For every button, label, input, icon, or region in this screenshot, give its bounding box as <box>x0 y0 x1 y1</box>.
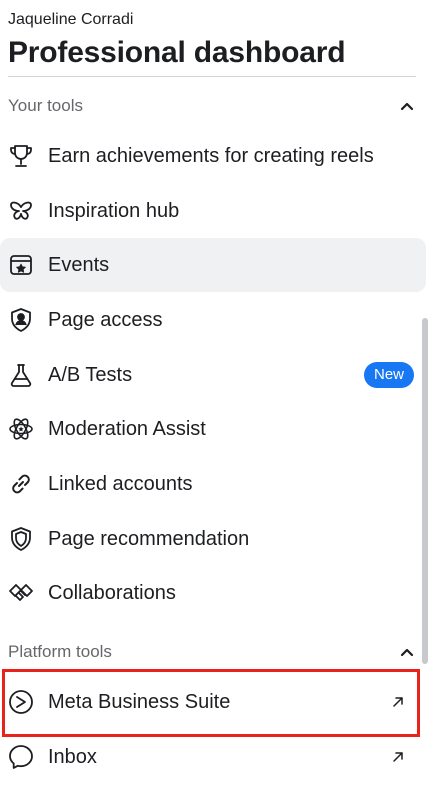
external-link-icon <box>390 694 406 710</box>
tool-item-label: Page access <box>48 309 163 331</box>
section-title: Your tools <box>8 96 83 115</box>
tool-item-moderation-assist[interactable]: Moderation Assist <box>0 402 426 456</box>
business-suite-icon <box>7 688 35 716</box>
tool-item-label: Linked accounts <box>48 473 193 495</box>
header: Jaqueline Corradi Professional dashboard <box>8 10 416 72</box>
divider <box>8 76 416 77</box>
tool-item-label: Earn achievements for creating reels <box>48 145 374 167</box>
messenger-icon <box>7 743 35 771</box>
tool-item-inspiration-hub[interactable]: Inspiration hub <box>0 184 426 238</box>
tool-item-label: Inspiration hub <box>48 200 180 222</box>
page-title: Professional dashboard <box>8 36 346 69</box>
tool-item-label: Page recommendation <box>48 528 250 550</box>
page-owner-name: Jaqueline Corradi <box>8 11 134 28</box>
tool-item-earn-achievements[interactable]: Earn achievements for creating reels <box>0 129 426 183</box>
tool-item-label: A/B Tests <box>48 364 133 386</box>
chevron-up-icon[interactable] <box>398 643 416 661</box>
professional-dashboard-page: Jaqueline Corradi Professional dashboard… <box>0 0 434 800</box>
tool-item-events[interactable]: Events <box>0 238 426 292</box>
shield-person-icon <box>7 306 35 334</box>
atom-star-icon <box>7 415 35 443</box>
tool-item-ab-tests[interactable]: A/B Tests New <box>0 348 426 402</box>
tool-item-linked-accounts[interactable]: Linked accounts <box>0 457 426 511</box>
new-badge: New <box>363 362 414 388</box>
your-tools-section-header[interactable]: Your tools <box>8 94 416 118</box>
tool-item-label: Inbox <box>48 746 97 768</box>
section-title: Platform tools <box>8 642 112 661</box>
link-icon <box>7 470 35 498</box>
butterfly-icon <box>7 197 35 225</box>
platform-tools-section-header[interactable]: Platform tools <box>8 640 416 664</box>
tool-item-collaborations[interactable]: Collaborations <box>0 566 426 620</box>
tool-item-label: Collaborations <box>48 582 176 604</box>
tool-item-meta-business-suite[interactable]: Meta Business Suite <box>0 675 426 729</box>
shield-icon <box>7 525 35 553</box>
flask-icon <box>7 361 35 389</box>
tool-item-page-access[interactable]: Page access <box>0 293 426 347</box>
trophy-icon <box>7 142 35 170</box>
tool-item-page-recommendation[interactable]: Page recommendation <box>0 512 426 566</box>
external-link-icon <box>390 749 406 765</box>
handshake-icon <box>7 579 35 607</box>
tool-item-label: Moderation Assist <box>48 418 206 440</box>
tool-item-inbox[interactable]: Inbox <box>0 730 426 784</box>
tool-item-label: Meta Business Suite <box>48 691 231 713</box>
tool-item-label: Events <box>48 254 110 276</box>
chevron-up-icon[interactable] <box>398 97 416 115</box>
calendar-star-icon <box>7 251 35 279</box>
scrollbar[interactable] <box>422 318 428 664</box>
